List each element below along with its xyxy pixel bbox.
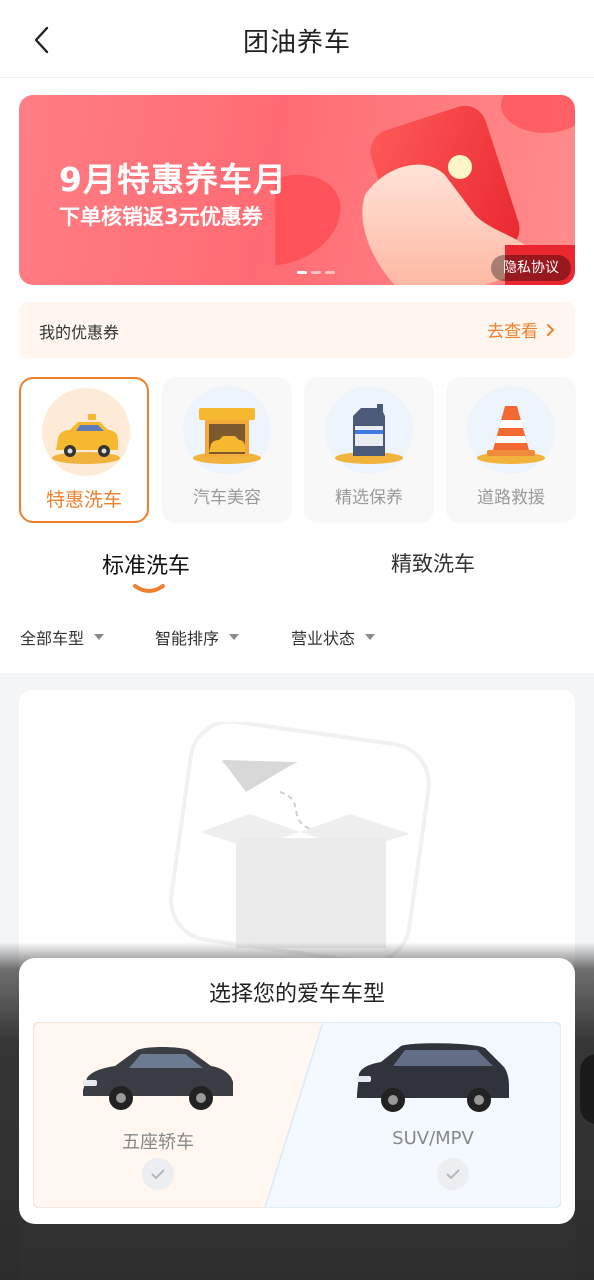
traffic-cone-icon bbox=[477, 406, 545, 464]
view-coupons-link[interactable]: 去查看 bbox=[487, 317, 555, 342]
tab-active-indicator bbox=[133, 584, 165, 593]
sedan-icon bbox=[83, 1047, 233, 1110]
option-suv-mpv[interactable]: SUV/MPV bbox=[295, 1022, 561, 1208]
filter-car-type[interactable]: 全部车型 bbox=[20, 625, 105, 649]
service-label: 精选保养 bbox=[335, 488, 403, 508]
service-label: 道路救援 bbox=[477, 488, 545, 508]
car-wash-icon bbox=[52, 414, 120, 464]
filter-label: 智能排序 bbox=[155, 629, 220, 648]
filter-label: 全部车型 bbox=[20, 629, 85, 648]
service-car-wash[interactable]: 特惠洗车 bbox=[19, 377, 149, 523]
chevron-right-icon bbox=[547, 323, 554, 336]
service-road-rescue[interactable]: 道路救援 bbox=[446, 377, 576, 523]
caret-down-icon bbox=[229, 634, 240, 640]
filter-label: 营业状态 bbox=[291, 629, 356, 648]
car-type-options: 五座轿车 SUV/MPV bbox=[33, 1022, 561, 1208]
service-label: 汽车美容 bbox=[193, 488, 261, 508]
suv-icon bbox=[357, 1043, 509, 1112]
tab-premium-wash[interactable]: 精致洗车 bbox=[391, 548, 475, 578]
modal-title: 选择您的爱车车型 bbox=[208, 982, 385, 1007]
option-label: SUV/MPV bbox=[392, 1128, 474, 1149]
promo-banner[interactable]: 9月特惠养车月 下单核销返3元优惠券 隐私协议 bbox=[19, 95, 575, 285]
filter-sort[interactable]: 智能排序 bbox=[155, 625, 240, 649]
privacy-agreement-button[interactable]: 隐私协议 bbox=[491, 255, 571, 281]
option-sedan[interactable]: 五座轿车 bbox=[33, 1022, 293, 1208]
empty-box-illustration bbox=[169, 722, 431, 962]
filter-business-status[interactable]: 营业状态 bbox=[291, 625, 376, 649]
check-icon bbox=[437, 1158, 469, 1190]
coupon-label: 我的优惠券 bbox=[39, 323, 120, 342]
service-car-beauty[interactable]: 汽车美容 bbox=[162, 377, 292, 523]
carousel-indicator bbox=[297, 271, 335, 274]
floating-button[interactable] bbox=[580, 1054, 594, 1124]
caret-down-icon bbox=[365, 634, 376, 640]
view-coupons-text: 去查看 bbox=[487, 322, 538, 342]
carousel-dot bbox=[311, 271, 321, 274]
service-maintenance[interactable]: 精选保养 bbox=[304, 377, 434, 523]
engine-oil-icon bbox=[335, 404, 403, 464]
carousel-dot bbox=[325, 271, 335, 274]
tab-standard-wash[interactable]: 标准洗车 bbox=[102, 548, 190, 580]
banner-subtitle: 下单核销返3元优惠券 bbox=[59, 205, 263, 229]
service-label: 特惠洗车 bbox=[45, 489, 122, 511]
option-label: 五座轿车 bbox=[122, 1132, 194, 1153]
car-type-modal: 选择您的爱车车型 五座轿车 SUV/MPV bbox=[19, 958, 575, 1224]
caret-down-icon bbox=[94, 634, 105, 640]
my-coupons-bar[interactable]: 我的优惠券 去查看 bbox=[19, 302, 575, 358]
car-beauty-icon bbox=[193, 408, 261, 464]
top-nav-bar: 团油养车 bbox=[0, 0, 594, 78]
page-title: 团油养车 bbox=[242, 28, 351, 58]
banner-title: 9月特惠养车月 bbox=[59, 160, 287, 199]
carousel-dot bbox=[297, 271, 307, 274]
check-icon bbox=[142, 1158, 174, 1190]
